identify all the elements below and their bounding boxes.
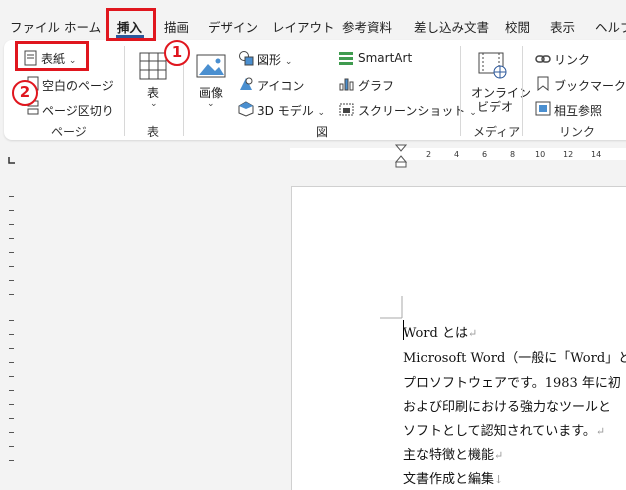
- ruler-tick: 10: [535, 150, 546, 159]
- ribbon-tab-bar: ファイル ホーム 挿入 描画 デザイン レイアウト 参考資料 差し込み文書 校閲…: [0, 0, 626, 40]
- pictures-icon: [196, 54, 226, 82]
- ruler-tick: [9, 376, 14, 377]
- chevron-down-icon: ⌄: [317, 108, 326, 118]
- ruler-tick: [9, 362, 14, 363]
- ruler-tick: 14: [591, 150, 602, 159]
- group-label-media: メディア: [473, 125, 521, 139]
- ruler-tick: 8: [510, 150, 516, 159]
- smartart-button[interactable]: SmartArt: [358, 51, 412, 65]
- ruler-tick: [9, 238, 14, 239]
- cross-reference-button[interactable]: 相互参照: [554, 102, 602, 119]
- smartart-icon: [338, 50, 354, 69]
- ruler-tick: [9, 348, 14, 349]
- document-line[interactable]: および印刷における強力なツールと: [403, 396, 611, 415]
- margin-corner-mark: [380, 296, 404, 324]
- link-icon: [535, 51, 551, 70]
- group-separator: [460, 46, 461, 136]
- group-label-tables: 表: [147, 125, 160, 139]
- ruler-tick: [9, 432, 14, 433]
- tab-mailings[interactable]: 差し込み文書: [414, 17, 489, 36]
- ruler-tick: [9, 390, 14, 391]
- online-video-icon: [478, 52, 508, 84]
- document-line[interactable]: 主な特徴と機能↵: [403, 444, 503, 463]
- ruler-tick: [9, 210, 14, 211]
- ruler-tick: [9, 196, 14, 197]
- screenshot-button[interactable]: スクリーンショット ⌄: [358, 102, 477, 119]
- tab-draw[interactable]: 描画: [164, 17, 189, 36]
- tab-home[interactable]: ホーム: [64, 17, 101, 36]
- link-button[interactable]: リンク: [554, 51, 590, 68]
- ruler-tick: 6: [482, 150, 488, 159]
- tab-references[interactable]: 参考資料: [342, 17, 392, 36]
- ruler-tick: [9, 266, 14, 267]
- document-line[interactable]: ソフトとして認知されています。↵: [403, 420, 605, 439]
- chart-icon: [339, 76, 354, 95]
- chevron-down-icon: ⌄: [150, 99, 158, 109]
- tab-help[interactable]: ヘルプ: [595, 17, 626, 36]
- document-line[interactable]: プロソフトウェアです。1983 年に初: [403, 372, 621, 391]
- vertical-ruler[interactable]: [0, 180, 18, 489]
- group-separator: [124, 46, 125, 136]
- 3d-models-icon: [238, 101, 254, 121]
- ruler-tick: [9, 446, 14, 447]
- tab-view[interactable]: 表示: [550, 17, 575, 36]
- blank-page-button[interactable]: 空白のページ: [42, 77, 114, 94]
- ruler-tick: 2: [426, 150, 432, 159]
- indent-marker-icon[interactable]: [394, 144, 408, 172]
- ruler-tick: [9, 320, 14, 321]
- document-line[interactable]: Word とは↵: [403, 322, 477, 341]
- screenshot-icon: [339, 101, 354, 120]
- step-marker-1: 1: [164, 40, 190, 66]
- chart-button[interactable]: グラフ: [358, 77, 394, 94]
- group-label-links: リンク: [559, 125, 596, 139]
- ruler-tick: [9, 252, 14, 253]
- page-break-button[interactable]: ページ区切り: [42, 102, 114, 119]
- group-label-pages: ページ: [51, 125, 87, 139]
- ruler-tick: [9, 334, 14, 335]
- group-label-illustrations: 図: [316, 125, 329, 139]
- chevron-down-icon: ⌄: [469, 108, 477, 118]
- group-separator: [522, 46, 523, 136]
- ruler-tick: [9, 418, 14, 419]
- tab-review[interactable]: 校閲: [505, 17, 530, 36]
- bookmark-button[interactable]: ブックマーク: [554, 77, 626, 94]
- step-marker-2: 2: [12, 80, 38, 106]
- ruler-tick: [9, 280, 14, 281]
- tab-design[interactable]: デザイン: [208, 17, 258, 36]
- ruler-tick: 12: [563, 150, 574, 159]
- insert-tab-highlight: [106, 8, 156, 41]
- tab-selector-icon[interactable]: [8, 149, 16, 168]
- shapes-icon: [238, 50, 254, 70]
- tab-layout[interactable]: レイアウト: [272, 17, 335, 36]
- cover-page-highlight: [15, 41, 89, 71]
- 3d-models-button[interactable]: 3D モデル ⌄: [257, 102, 325, 119]
- ruler-tick: [9, 404, 14, 405]
- ruler-tick: [9, 224, 14, 225]
- icons-icon: [238, 76, 254, 96]
- shapes-button[interactable]: 図形 ⌄: [257, 51, 292, 68]
- chevron-down-icon: ⌄: [284, 57, 293, 67]
- chevron-down-icon: ⌄: [207, 99, 215, 109]
- online-video-label-2: ビデオ: [477, 100, 514, 114]
- ruler-tick: 4: [454, 150, 460, 159]
- document-line[interactable]: Microsoft Word（一般に「Word」と: [403, 347, 626, 366]
- bookmark-icon: [537, 76, 549, 95]
- cross-reference-icon: [535, 101, 551, 120]
- ruler-tick: [9, 460, 14, 461]
- table-icon: [139, 52, 167, 84]
- icons-button[interactable]: アイコン: [257, 77, 304, 94]
- document-line[interactable]: 文書作成と編集↓: [403, 468, 503, 487]
- ruler-tick: [9, 294, 14, 295]
- tab-file[interactable]: ファイル: [10, 17, 60, 36]
